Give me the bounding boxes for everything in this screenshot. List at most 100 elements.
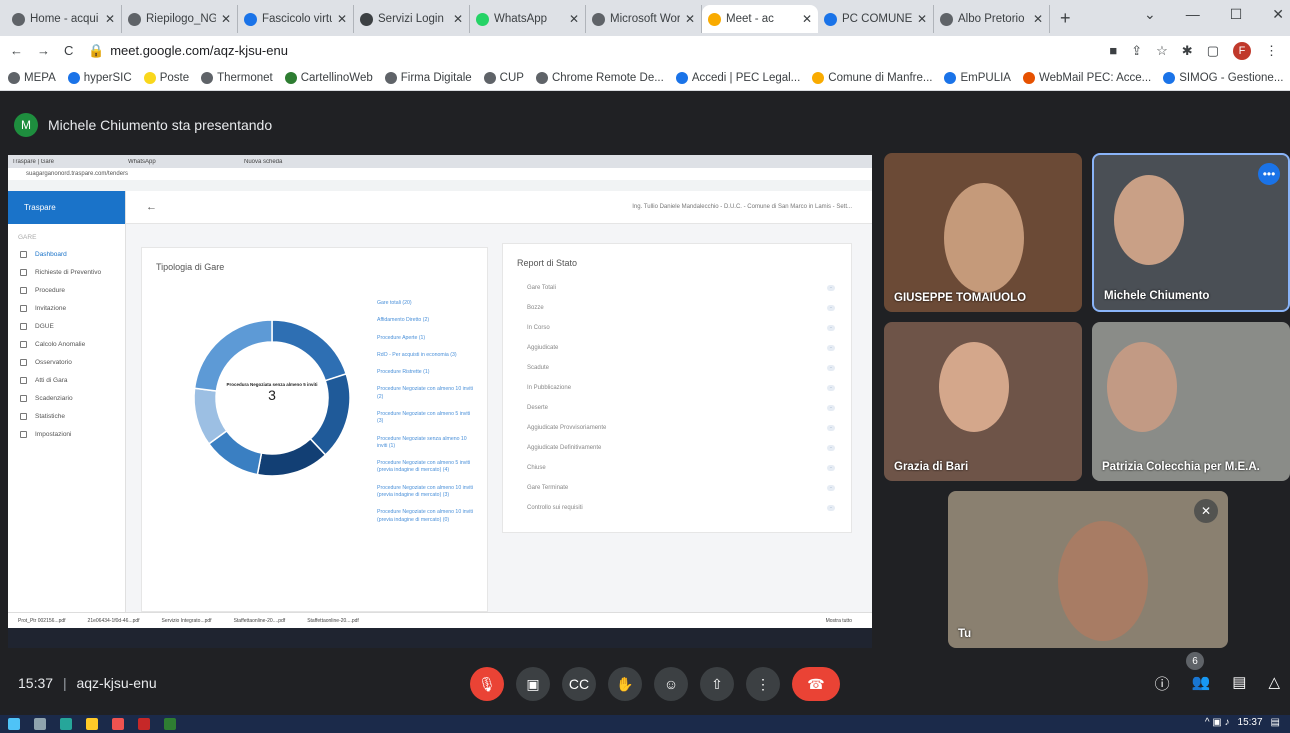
info-icon[interactable]: ⓘ — [1155, 673, 1170, 694]
tab-close-icon[interactable]: ✕ — [917, 12, 927, 26]
tab-close-icon[interactable]: ✕ — [1033, 12, 1043, 26]
raise-hand-button[interactable]: ✋ — [608, 667, 642, 701]
excel-icon[interactable] — [164, 718, 176, 730]
bookmark-icon — [675, 71, 688, 84]
mic-toggle-button[interactable]: 🎙 — [470, 667, 504, 701]
captions-button[interactable]: CC — [562, 667, 596, 701]
bookmark-item[interactable]: CartellinoWeb — [284, 71, 373, 84]
tab-favicon-icon — [128, 12, 141, 26]
browser-tab[interactable]: Servizi Login ✕ — [354, 5, 470, 33]
more-options-button[interactable]: ⋮ — [746, 667, 780, 701]
browser-tab[interactable]: Riepilogo_NG ✕ — [122, 5, 238, 33]
acrobat-icon[interactable] — [138, 718, 150, 730]
report-row: Aggiudicate Definitivamente · — [519, 438, 835, 458]
bookmark-label: Comune di Manfre... — [828, 71, 933, 84]
tab-close-icon[interactable]: ✕ — [569, 12, 579, 26]
card-title: Report di Stato — [517, 258, 578, 268]
chrome-icon[interactable] — [112, 718, 124, 730]
report-count: · — [827, 365, 835, 371]
bookmark-item[interactable]: Thermonet — [201, 71, 273, 84]
bookmark-item[interactable]: hyperSIC — [67, 71, 132, 84]
tipologia-card: Tipologia di Gare Procedura Negoziata se… — [141, 247, 488, 612]
tab-close-icon[interactable]: ✕ — [337, 12, 347, 26]
report-count: · — [827, 305, 835, 311]
shared-menu-item: Scadenziario — [8, 389, 125, 407]
bookmark-label: SIMOG - Gestione... — [1179, 71, 1284, 84]
bookmark-item[interactable]: Firma Digitale — [384, 71, 472, 84]
bookmark-item[interactable]: Accedi | PEC Legal... — [675, 71, 800, 84]
report-row: Deserte · — [519, 398, 835, 418]
start-icon[interactable] — [8, 718, 20, 730]
browser-tab[interactable]: PC COMUNE ✕ — [818, 5, 934, 33]
close-icon[interactable]: ✕ — [1272, 6, 1284, 23]
menu-item-label: Procedure — [35, 286, 65, 294]
present-button[interactable]: ⇧ — [700, 667, 734, 701]
browser-tab[interactable]: Fascicolo virtu ✕ — [238, 5, 354, 33]
menu-item-icon — [20, 322, 27, 330]
tab-close-icon[interactable]: ✕ — [685, 12, 695, 26]
star-icon[interactable]: ☆ — [1156, 43, 1168, 59]
bookmark-item[interactable]: CUP — [483, 71, 524, 84]
report-row: Gare Terminate · — [519, 478, 835, 498]
activities-icon[interactable]: △ — [1268, 673, 1280, 694]
bookmark-item[interactable]: Chrome Remote De... — [535, 71, 664, 84]
more-options-icon[interactable]: ••• — [1258, 163, 1280, 185]
new-tab-button[interactable]: + — [1050, 8, 1081, 29]
search-icon[interactable] — [34, 718, 46, 730]
bookmark-item[interactable]: SIMOG - Gestione... — [1163, 71, 1284, 84]
report-label: Bozze — [527, 305, 544, 311]
profile-avatar[interactable]: F — [1233, 41, 1251, 60]
bookmark-label: Poste — [159, 71, 190, 84]
tab-close-icon[interactable]: ✕ — [105, 12, 115, 26]
forward-icon[interactable]: → — [37, 43, 50, 58]
emoji-button[interactable]: ☺ — [654, 667, 688, 701]
sidepanel-icon[interactable]: ▢ — [1207, 43, 1219, 59]
tab-close-icon[interactable]: ✕ — [221, 12, 231, 26]
tab-close-icon[interactable]: ✕ — [453, 12, 463, 26]
browser-tab[interactable]: Home - acqui ✕ — [6, 5, 122, 33]
edge-icon[interactable] — [60, 718, 72, 730]
url-field[interactable]: 🔒 meet.google.com/aqz-kjsu-enu — [80, 39, 1109, 63]
participant-video — [944, 183, 1024, 293]
camera-icon[interactable]: ■ — [1109, 43, 1117, 58]
explorer-icon[interactable] — [86, 718, 98, 730]
extensions-icon[interactable]: ✱ — [1182, 43, 1193, 59]
menu-icon[interactable]: ⋮ — [1265, 43, 1278, 59]
browser-tab[interactable]: Albo Pretorio ✕ — [934, 5, 1050, 33]
shared-menu-item: Invitazione — [8, 299, 125, 317]
browser-tab[interactable]: Meet - ac ✕ — [702, 5, 818, 33]
shared-menu-item: Dashboard — [8, 245, 125, 263]
donut-slice — [256, 437, 327, 477]
inner-url: suagarganonord.traspare.com/tenders — [8, 168, 872, 180]
maximize-icon[interactable]: ☐ — [1230, 6, 1243, 23]
tab-search-icon[interactable]: ⌄ — [1144, 6, 1156, 23]
browser-tab[interactable]: Microsoft Wor ✕ — [586, 5, 702, 33]
people-icon[interactable]: 👥 — [1192, 673, 1211, 694]
bookmark-item[interactable]: WebMail PEC: Acce... — [1022, 71, 1151, 84]
bookmark-item[interactable]: Comune di Manfre... — [812, 71, 933, 84]
report-row: Controllo sui requisiti · — [519, 498, 835, 518]
notifications-icon[interactable]: ▤ — [1271, 717, 1280, 728]
back-icon[interactable]: ← — [10, 43, 23, 58]
tab-close-icon[interactable]: ✕ — [802, 12, 812, 26]
bookmark-icon — [284, 71, 297, 84]
menu-item-label: Osservatorio — [35, 358, 72, 366]
chat-icon[interactable]: ▤ — [1232, 673, 1246, 694]
bookmark-label: CartellinoWeb — [300, 71, 373, 84]
end-call-button[interactable]: ☎ — [792, 667, 840, 701]
share-icon[interactable]: ⇪ — [1131, 43, 1142, 59]
presenter-bar: M Michele Chiumento sta presentando — [14, 112, 272, 138]
camera-toggle-button[interactable]: ▣ — [516, 667, 550, 701]
mic-off-icon: ✕ — [1194, 499, 1218, 523]
menu-item-label: Richieste di Preventivo — [35, 268, 102, 276]
menu-item-icon — [20, 358, 27, 366]
tray-icons[interactable]: ^ ▣ ♪ — [1205, 717, 1230, 728]
browser-tab[interactable]: WhatsApp ✕ — [470, 5, 586, 33]
bookmark-item[interactable]: Poste — [143, 71, 190, 84]
minimize-icon[interactable]: — — [1186, 6, 1200, 23]
reload-icon[interactable]: C — [64, 43, 73, 58]
bookmark-item[interactable]: MEPA — [8, 71, 56, 84]
report-row: In Corso · — [519, 318, 835, 338]
inner-bookmarks — [8, 180, 872, 191]
bookmark-item[interactable]: EmPULIA — [944, 71, 1011, 84]
